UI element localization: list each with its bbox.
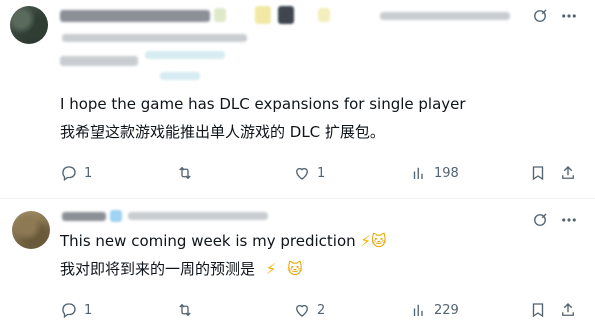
retweet-icon bbox=[179, 166, 191, 180]
bookmark-button[interactable] bbox=[529, 301, 547, 323]
bookmark-button[interactable] bbox=[529, 164, 547, 186]
lightning-emoji: ⚡ bbox=[360, 232, 371, 250]
tweet-text: This new coming week is my prediction ⚡🐱 bbox=[60, 232, 387, 250]
like-count: 1 bbox=[317, 165, 326, 181]
grok-icon[interactable] bbox=[531, 211, 549, 233]
retweet-button[interactable] bbox=[176, 164, 200, 182]
lightning-emoji: ⚡ bbox=[265, 260, 277, 278]
tweet-text: I hope the game has DLC expansions for s… bbox=[60, 95, 466, 113]
like-button[interactable]: 2 bbox=[293, 301, 325, 319]
bookmark-icon bbox=[532, 303, 544, 318]
badge-redacted bbox=[318, 8, 330, 22]
author-name-redacted[interactable] bbox=[62, 212, 106, 221]
views-icon bbox=[413, 304, 423, 316]
bookmark-icon bbox=[532, 166, 544, 181]
handle-and-time-redacted bbox=[128, 212, 268, 220]
views-button[interactable]: 229 bbox=[410, 301, 459, 319]
divider bbox=[0, 198, 595, 199]
share-icon bbox=[562, 303, 574, 316]
like-icon bbox=[296, 304, 308, 317]
verified-badge-redacted bbox=[110, 210, 122, 222]
reply-button[interactable]: 1 bbox=[60, 164, 92, 182]
reply-button[interactable]: 1 bbox=[60, 301, 92, 319]
reply-context-redacted bbox=[62, 34, 247, 42]
author-name-redacted[interactable] bbox=[60, 10, 210, 22]
avatar[interactable] bbox=[12, 211, 50, 249]
views-count: 229 bbox=[434, 302, 459, 318]
more-icon[interactable] bbox=[560, 7, 578, 29]
share-button[interactable] bbox=[559, 301, 577, 323]
like-count: 2 bbox=[317, 302, 326, 318]
reply-context-redacted bbox=[145, 51, 225, 59]
more-icon[interactable] bbox=[560, 211, 578, 233]
badge-redacted bbox=[255, 6, 271, 24]
share-icon bbox=[562, 166, 574, 179]
avatar[interactable] bbox=[10, 6, 48, 44]
views-count: 198 bbox=[434, 165, 459, 181]
views-button[interactable]: 198 bbox=[410, 164, 459, 182]
badge-redacted bbox=[278, 6, 294, 24]
cat-emoji: 🐱 bbox=[370, 232, 387, 250]
reply-icon bbox=[62, 166, 76, 182]
tweet-translation: 我希望这款游戏能推出单人游戏的 DLC 扩展包。 bbox=[60, 123, 385, 141]
handle-and-time-redacted bbox=[380, 12, 510, 20]
reply-context-redacted bbox=[160, 72, 200, 80]
share-button[interactable] bbox=[559, 164, 577, 186]
like-button[interactable]: 1 bbox=[293, 164, 325, 182]
cat-emoji: 🐱 bbox=[287, 260, 303, 278]
retweet-icon bbox=[179, 303, 191, 317]
tweet-translation: 我对即将到来的一周的预测是 ⚡ 🐱 bbox=[60, 260, 303, 278]
verified-badge-redacted bbox=[214, 8, 226, 22]
retweet-button[interactable] bbox=[176, 301, 200, 319]
reply-icon bbox=[62, 303, 76, 319]
reply-count: 1 bbox=[84, 165, 93, 181]
views-icon bbox=[413, 167, 423, 179]
reply-context-redacted bbox=[60, 56, 138, 66]
grok-icon[interactable] bbox=[531, 7, 549, 29]
like-icon bbox=[296, 167, 308, 180]
reply-count: 1 bbox=[84, 302, 93, 318]
